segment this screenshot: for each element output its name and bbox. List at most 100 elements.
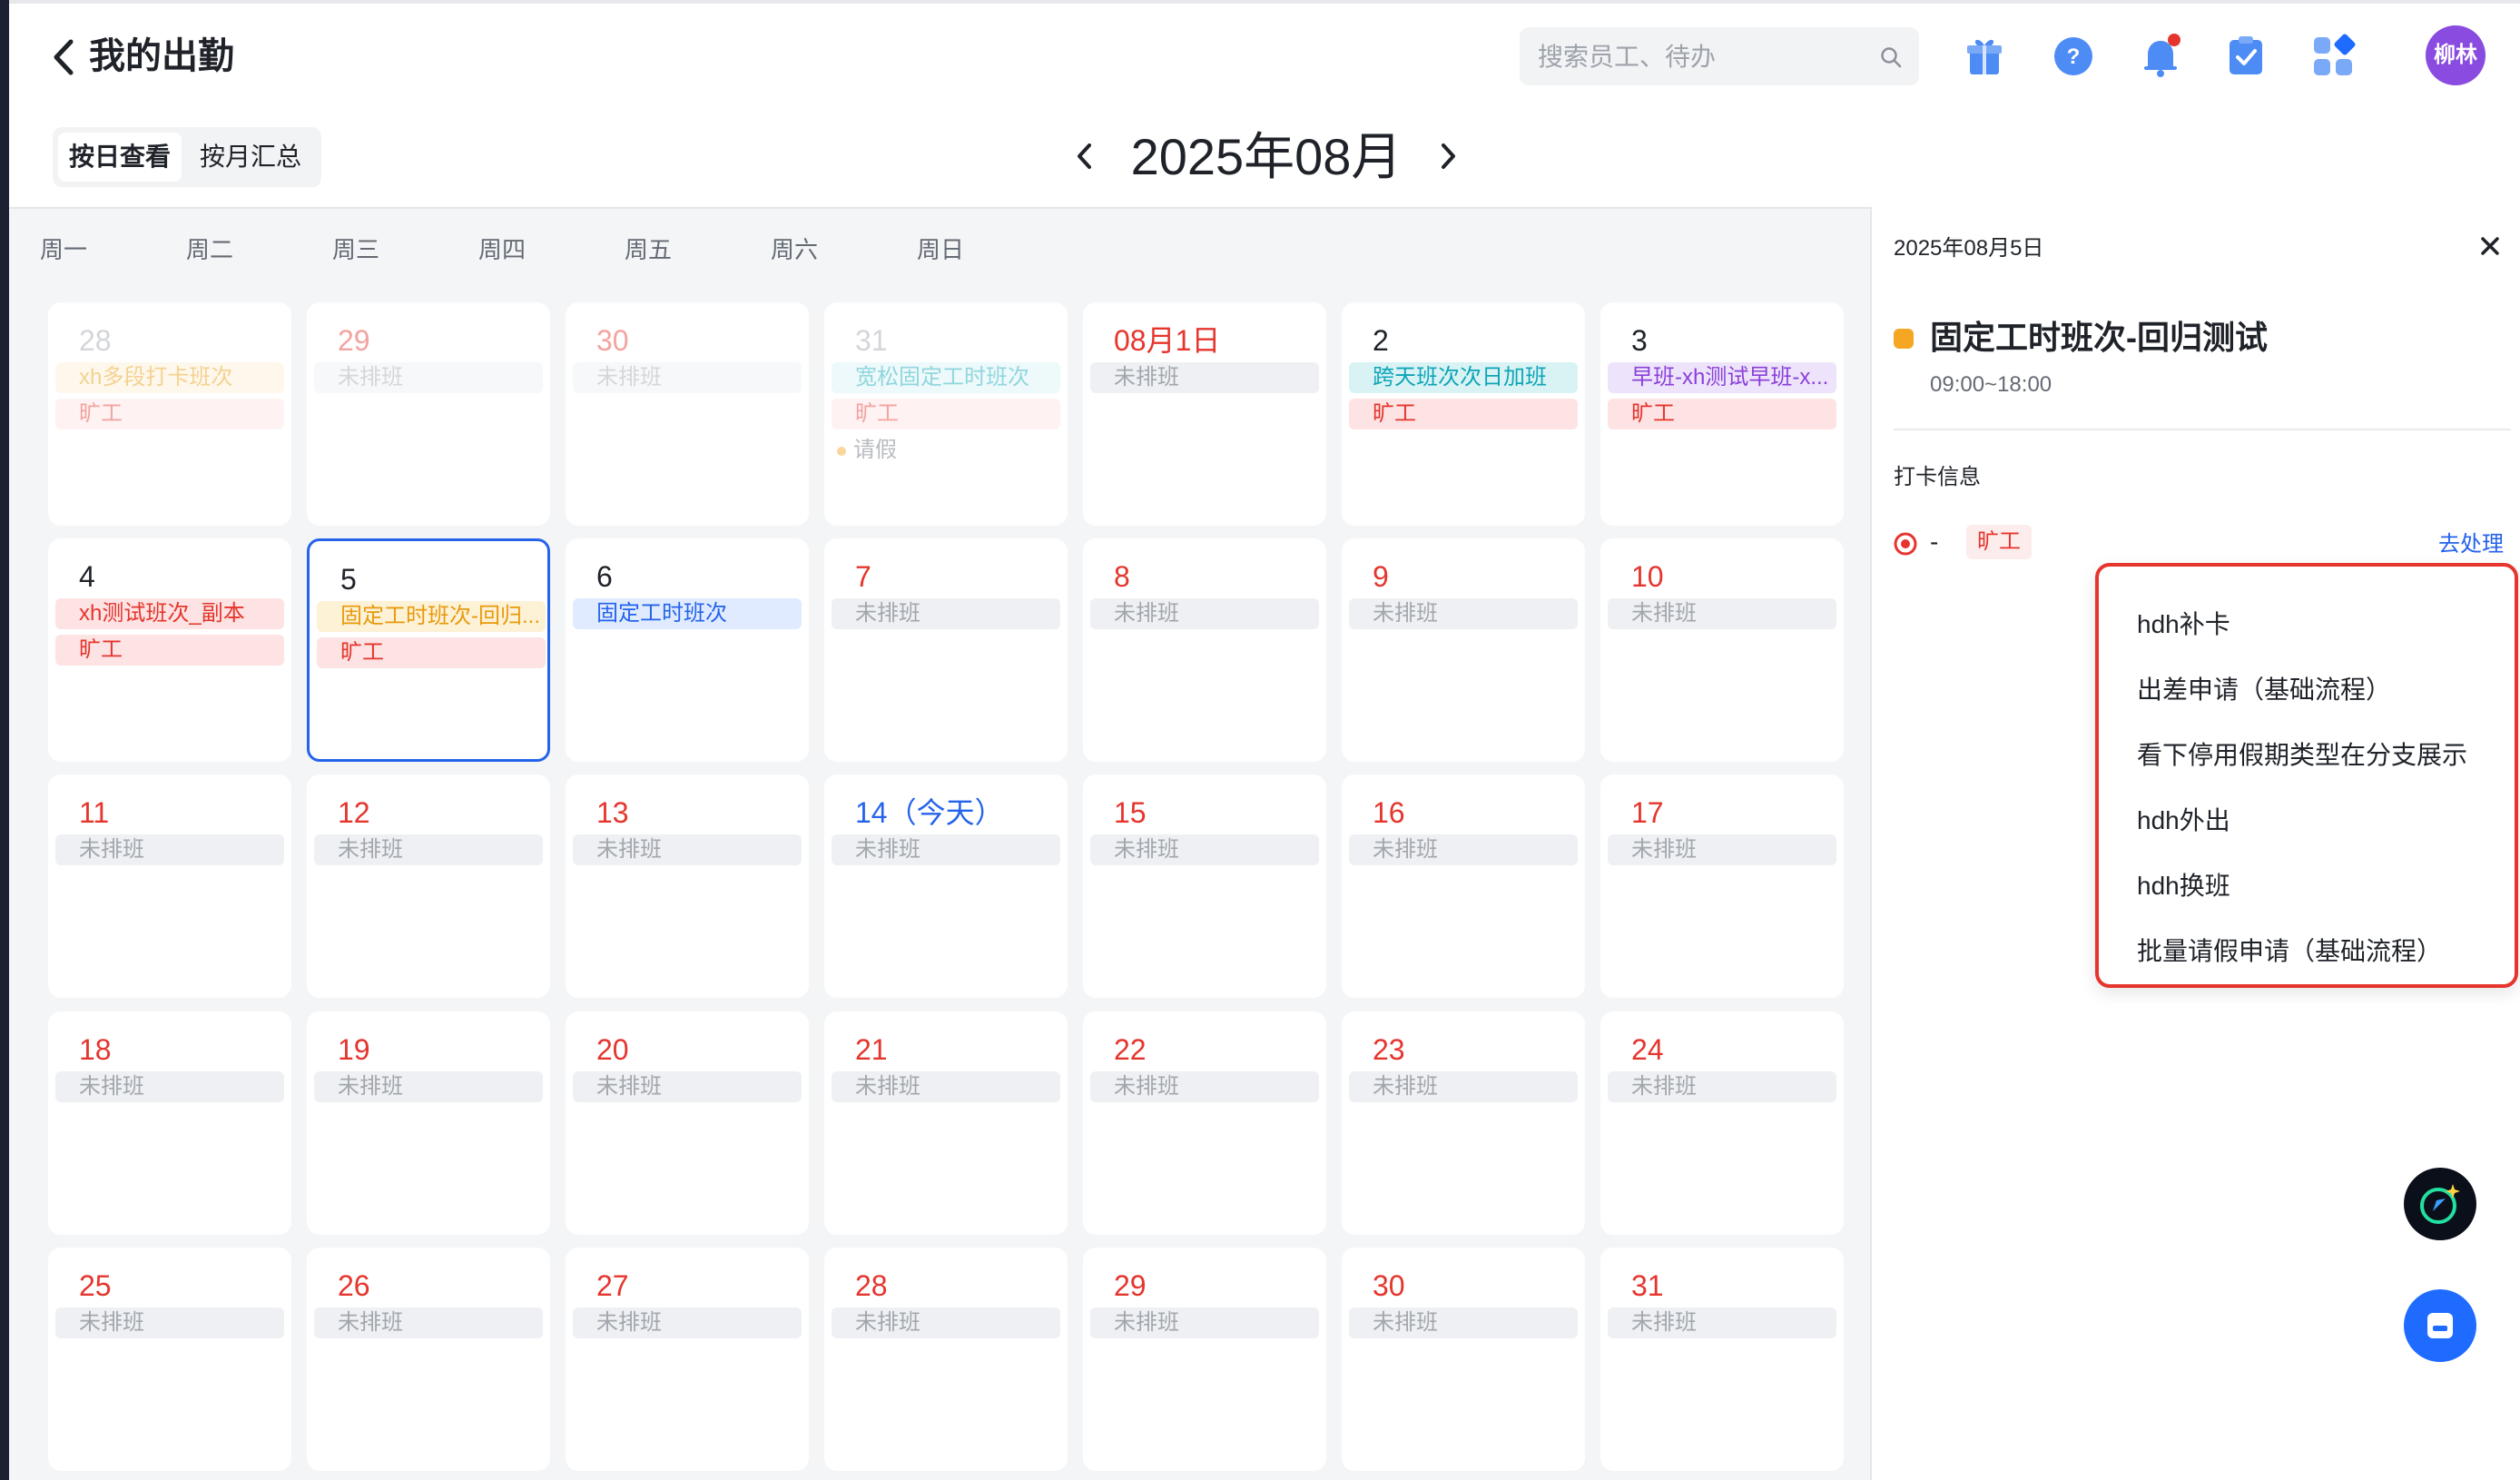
view-by-month-button[interactable]: 按月汇总 (185, 133, 316, 182)
menu-item-batch-leave[interactable]: 批量请假申请（基础流程） (2137, 933, 2442, 970)
calendar-day-cell[interactable]: 31 未排班 (1600, 1248, 1844, 1471)
day-number: 31 (855, 324, 888, 357)
calendar-day-cell[interactable]: 3 早班-xh测试早班-x... 旷工 (1600, 302, 1844, 526)
day-number: 30 (1373, 1269, 1405, 1302)
calendar-day-cell[interactable]: 4 xh测试班次_副本 旷工 (48, 538, 291, 762)
close-icon[interactable] (2475, 231, 2505, 261)
day-number: 5 (340, 563, 357, 596)
day-number: 18 (79, 1033, 112, 1066)
menu-item-business-trip[interactable]: 出差申请（基础流程） (2137, 672, 2391, 708)
leave-indicator: 请假 (837, 435, 897, 466)
calendar-day-cell[interactable]: 30 未排班 (1342, 1248, 1585, 1471)
day-number: 29 (1114, 1269, 1147, 1302)
day-number: 7 (855, 560, 871, 593)
calendar-day-cell[interactable]: 12 未排班 (307, 775, 550, 998)
day-number: 4 (79, 560, 95, 593)
unscheduled-tag: 未排班 (1090, 834, 1319, 865)
unscheduled-tag: 未排班 (573, 834, 802, 865)
calendar-day-cell[interactable]: 8 未排班 (1083, 538, 1326, 762)
calendar-day-cell[interactable]: 11 未排班 (48, 775, 291, 998)
chat-icon[interactable] (2404, 1289, 2476, 1362)
day-number: 9 (1373, 560, 1389, 593)
calendar-day-cell[interactable]: 5 固定工时班次-回归... 旷工 (307, 538, 550, 762)
calendar-day-cell[interactable]: 27 未排班 (566, 1248, 809, 1471)
task-icon[interactable] (2222, 33, 2269, 80)
shift-tag: 固定工时班次 (573, 598, 802, 629)
day-number: 16 (1373, 796, 1405, 829)
day-number: 8 (1114, 560, 1130, 593)
process-dropdown-menu: hdh补卡 出差申请（基础流程） 看下停用假期类型在分支展示 hdh外出 hdh… (2095, 563, 2518, 988)
calendar-day-cell[interactable]: 19 未排班 (307, 1011, 550, 1235)
day-number: 19 (338, 1033, 370, 1066)
unscheduled-tag: 未排班 (1608, 834, 1836, 865)
search-icon (1881, 47, 1902, 68)
apps-icon[interactable] (2309, 33, 2357, 80)
menu-item-shift-swap[interactable]: hdh换班 (2137, 868, 2230, 904)
shift-time: 09:00~18:00 (1930, 372, 2052, 397)
search-input[interactable]: 搜索员工、待办 (1520, 27, 1919, 85)
calendar-day-cell[interactable]: 18 未排班 (48, 1011, 291, 1235)
menu-item-outing[interactable]: hdh外出 (2137, 803, 2230, 839)
detail-date: 2025年08月5日 (1894, 236, 2044, 261)
ai-assistant-icon[interactable] (2404, 1168, 2476, 1240)
calendar-day-cell[interactable]: 28 xh多段打卡班次 旷工 (48, 302, 291, 526)
calendar-day-cell[interactable]: 17 未排班 (1600, 775, 1844, 998)
day-number: 23 (1373, 1033, 1405, 1066)
calendar-day-cell[interactable]: 10 未排班 (1600, 538, 1844, 762)
calendar-day-cell[interactable]: 7 未排班 (824, 538, 1068, 762)
calendar-day-cell[interactable]: 21 未排班 (824, 1011, 1068, 1235)
calendar-day-cell[interactable]: 31 宽松固定工时班次 旷工 请假 (824, 302, 1068, 526)
help-icon[interactable]: ? (2050, 33, 2097, 80)
unscheduled-tag: 未排班 (314, 1307, 543, 1338)
calendar-day-cell[interactable]: 25 未排班 (48, 1248, 291, 1471)
calendar-day-cell[interactable]: 13 未排班 (566, 775, 809, 998)
punch-section-title: 打卡信息 (1894, 465, 1981, 489)
day-number: 28 (79, 324, 112, 357)
calendar-day-cell[interactable]: 14（今天） 未排班 (824, 775, 1068, 998)
calendar-day-cell[interactable]: 28 未排班 (824, 1248, 1068, 1471)
absent-tag: 旷工 (55, 399, 284, 429)
calendar-day-cell[interactable]: 15 未排班 (1083, 775, 1326, 998)
calendar-day-cell[interactable]: 16 未排班 (1342, 775, 1585, 998)
unscheduled-tag: 未排班 (832, 1071, 1060, 1102)
view-by-day-button[interactable]: 按日查看 (58, 133, 182, 182)
day-number: 27 (596, 1269, 629, 1302)
unscheduled-tag: 未排班 (832, 834, 1060, 865)
process-link[interactable]: 去处理 (2438, 530, 2504, 559)
status-dot-icon (1894, 532, 1917, 556)
absent-tag: 旷工 (1608, 399, 1836, 429)
prev-month-icon[interactable] (1071, 136, 1098, 176)
bell-icon[interactable] (2137, 33, 2184, 80)
calendar-day-cell[interactable]: 9 未排班 (1342, 538, 1585, 762)
day-number: 14（今天） (855, 796, 1004, 829)
calendar-day-cell[interactable]: 22 未排班 (1083, 1011, 1326, 1235)
calendar-day-cell[interactable]: 2 跨天班次次日加班 旷工 (1342, 302, 1585, 526)
calendar-day-cell[interactable]: 24 未排班 (1600, 1011, 1844, 1235)
gift-icon[interactable] (1961, 33, 2008, 80)
calendar-day-cell[interactable]: 20 未排班 (566, 1011, 809, 1235)
menu-item-leave-type-branch[interactable]: 看下停用假期类型在分支展示 (2137, 737, 2467, 774)
weekday-label: 周二 (186, 236, 234, 263)
menu-item-reissue-card[interactable]: hdh补卡 (2137, 607, 2230, 643)
calendar-day-cell[interactable]: 29 未排班 (1083, 1248, 1326, 1471)
top-border (9, 0, 2520, 4)
unscheduled-tag: 未排班 (1608, 1307, 1836, 1338)
calendar-day-cell[interactable]: 29 未排班 (307, 302, 550, 526)
back-icon[interactable] (45, 36, 82, 78)
day-number: 17 (1631, 796, 1664, 829)
avatar[interactable]: 柳林 (2426, 25, 2486, 85)
calendar-day-cell[interactable]: 08月1日 未排班 (1083, 302, 1326, 526)
unscheduled-tag: 未排班 (573, 1071, 802, 1102)
unscheduled-tag: 未排班 (314, 362, 543, 393)
unscheduled-tag: 未排班 (1349, 834, 1578, 865)
calendar-day-cell[interactable]: 26 未排班 (307, 1248, 550, 1471)
unscheduled-tag: 未排班 (55, 834, 284, 865)
unscheduled-tag: 未排班 (832, 1307, 1060, 1338)
month-label: 2025年08月 (1130, 128, 1403, 185)
calendar-day-cell[interactable]: 6 固定工时班次 (566, 538, 809, 762)
calendar-day-cell[interactable]: 30 未排班 (566, 302, 809, 526)
status-badge: 旷工 (1966, 525, 2032, 559)
next-month-icon[interactable] (1434, 136, 1462, 176)
calendar-day-cell[interactable]: 23 未排班 (1342, 1011, 1585, 1235)
leave-dot-icon (837, 446, 846, 456)
